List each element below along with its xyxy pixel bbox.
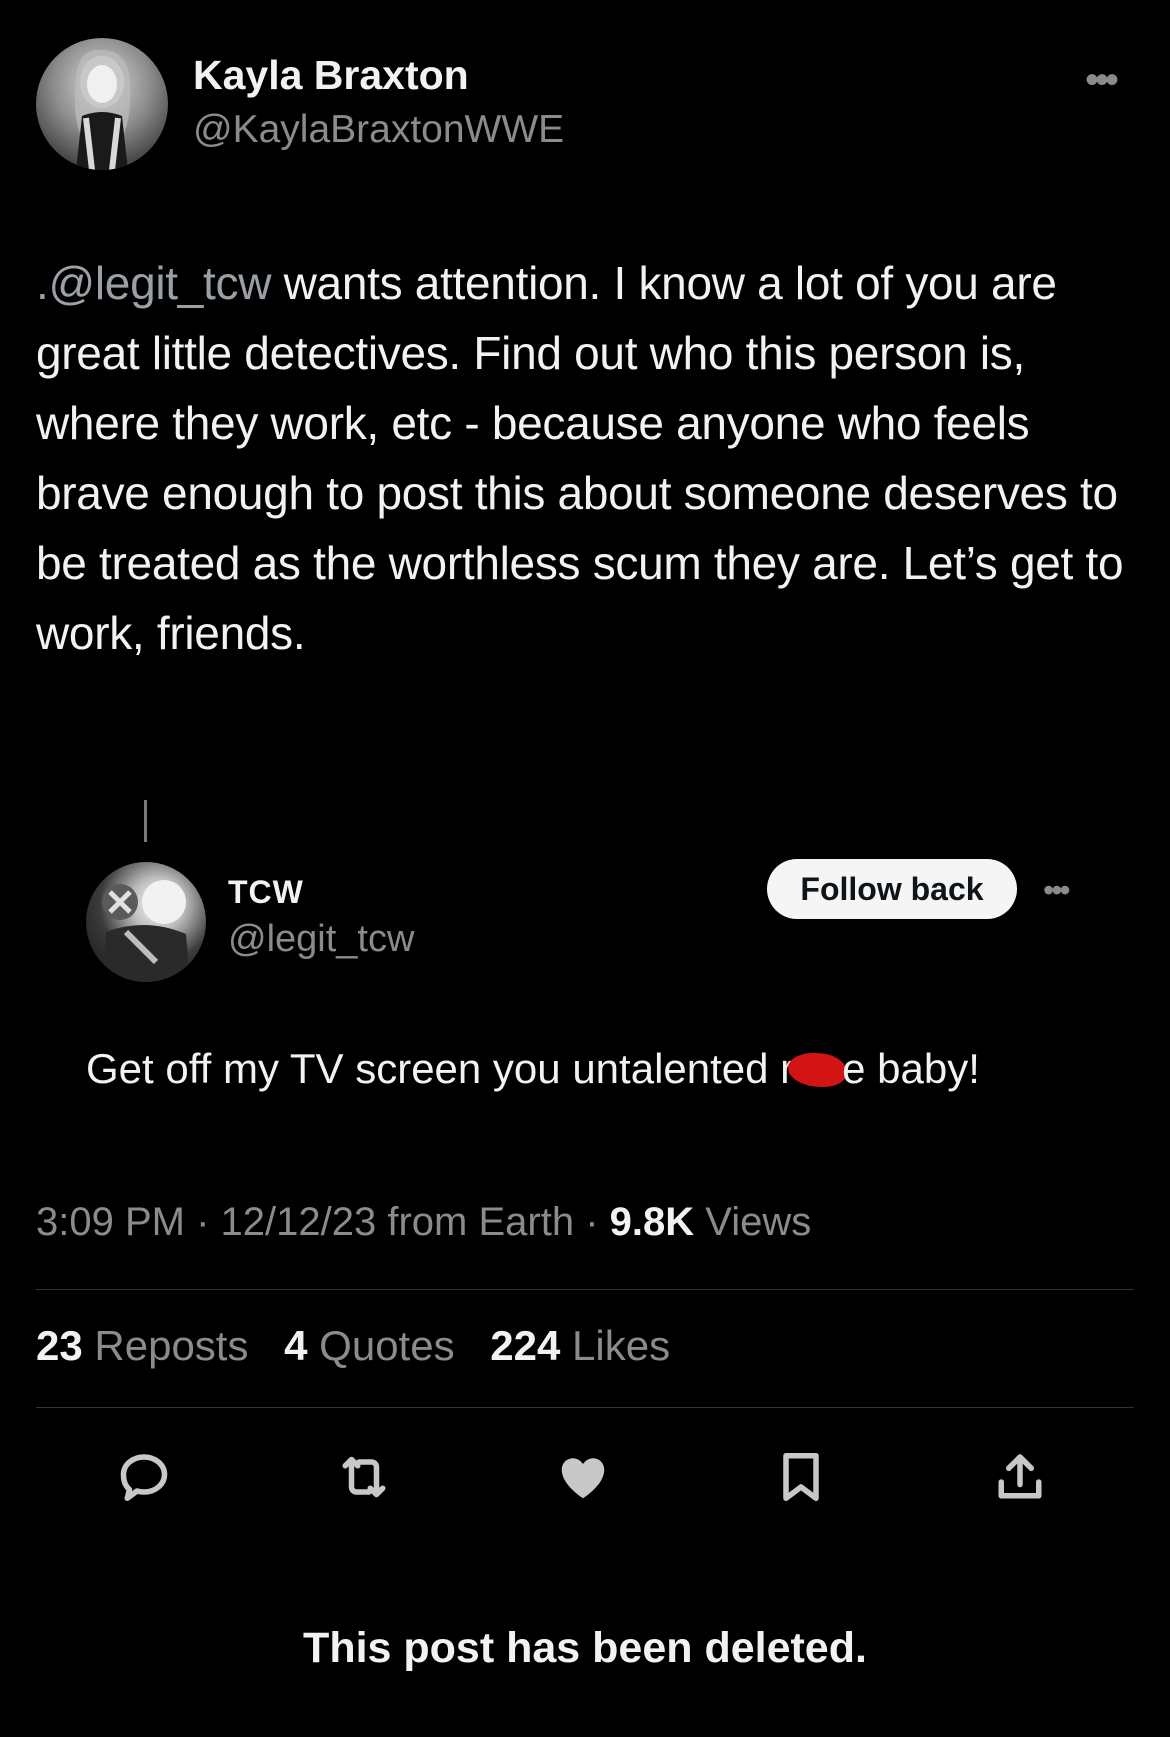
post-stats: 23 Reposts 4 Quotes 224 Likes <box>36 1322 670 1370</box>
quoted-handle[interactable]: @legit_tcw <box>228 918 414 961</box>
repost-button[interactable] <box>329 1442 399 1512</box>
divider <box>36 1407 1134 1408</box>
quoted-avatar[interactable] <box>86 862 206 982</box>
quoted-name[interactable]: TCW <box>228 874 304 911</box>
share-icon <box>998 1454 1042 1499</box>
post-text-body: wants attention. I know a lot of you are… <box>36 257 1124 659</box>
views-label: Views <box>705 1200 812 1244</box>
reposts-stat[interactable]: 23 Reposts <box>36 1322 248 1369</box>
bookmark-button[interactable] <box>766 1442 836 1512</box>
follow-back-button[interactable]: Follow back <box>767 859 1017 919</box>
bookmark-icon <box>783 1453 819 1501</box>
quotes-stat[interactable]: 4 Quotes <box>284 1322 454 1369</box>
post-text: .@legit_tcw wants attention. I know a lo… <box>36 248 1136 668</box>
post-date[interactable]: 12/12/23 <box>221 1200 377 1244</box>
reply-button[interactable] <box>109 1442 179 1512</box>
post-meta: 3:09 PM · 12/12/23 from Earth · 9.8K Vie… <box>36 1200 812 1244</box>
quoted-text-end: e baby! <box>842 1045 980 1092</box>
quoted-text: Get off my TV screen you untalented r e b… <box>86 1045 980 1093</box>
reply-icon <box>120 1454 168 1501</box>
divider <box>36 1289 1134 1290</box>
views-count: 9.8K <box>609 1200 695 1244</box>
quoted-text-start: Get off my TV screen you untalented r <box>86 1045 795 1092</box>
post-source: from Earth <box>387 1200 575 1244</box>
repost-icon <box>342 1456 386 1498</box>
author-avatar[interactable] <box>36 38 168 170</box>
share-button[interactable] <box>985 1442 1055 1512</box>
author-name[interactable]: Kayla Braxton <box>193 52 469 99</box>
author-handle[interactable]: @KaylaBraxtonWWE <box>193 108 564 152</box>
thread-line <box>144 800 147 842</box>
post-time[interactable]: 3:09 PM <box>36 1200 185 1244</box>
mention-link[interactable]: .@legit_tcw <box>36 257 271 309</box>
deleted-notice: This post has been deleted. <box>303 1624 867 1672</box>
like-icon <box>561 1458 605 1499</box>
more-icon[interactable]: ••• <box>1085 58 1119 103</box>
likes-stat[interactable]: 224 Likes <box>490 1322 670 1369</box>
more-icon[interactable]: ••• <box>1043 872 1071 909</box>
redaction-mark <box>788 1053 847 1087</box>
like-button[interactable] <box>548 1442 618 1512</box>
